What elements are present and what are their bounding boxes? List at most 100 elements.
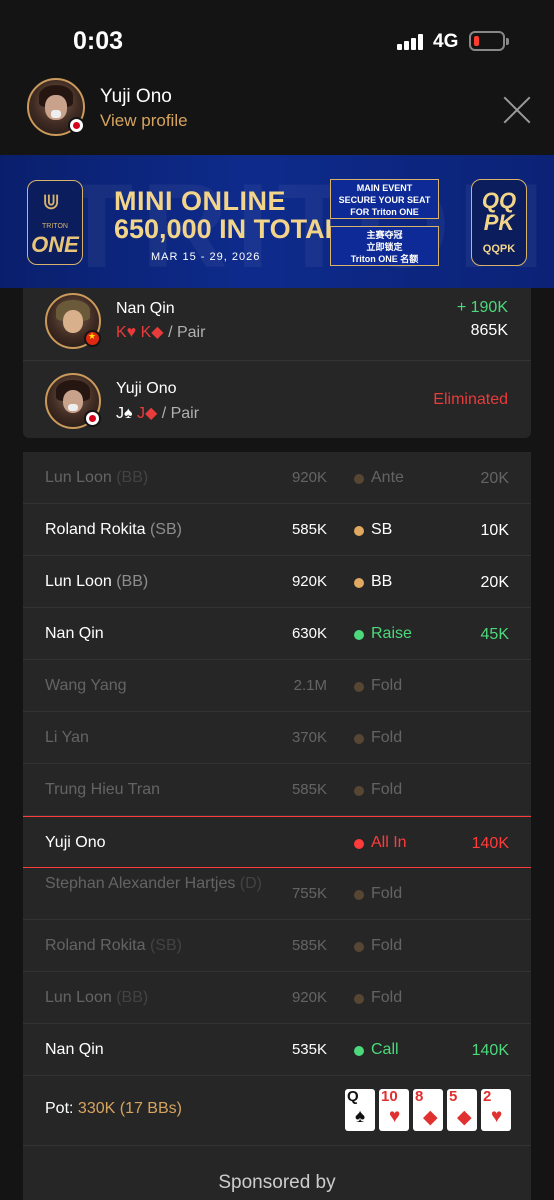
close-icon[interactable]: [503, 96, 531, 124]
hand-actions-table: Lun Loon (BB) 920K Ante 20K Roland Rokita (S…: [23, 452, 531, 1200]
result-name: Nan Qin: [116, 300, 175, 317]
avatar[interactable]: ★: [45, 293, 101, 349]
signal-icon: [397, 34, 425, 50]
action-stack: 755K: [291, 885, 327, 902]
board-card: 10 ♥: [379, 1088, 409, 1131]
action-amount: 20K: [480, 470, 509, 487]
board-card: 8 ◆: [413, 1088, 443, 1131]
action-stack: 535K: [291, 1041, 327, 1058]
action-player-name: Roland Rokita (SB): [45, 937, 182, 954]
action-row: Nan Qin 535K Call 140K: [23, 1024, 531, 1076]
action-amount: 45K: [480, 626, 509, 643]
action-row: Lun Loon (BB) 920K Ante 20K: [23, 452, 531, 504]
status-bar: 0:03 4G: [0, 0, 554, 78]
result-stack: 865K: [470, 322, 508, 339]
action-stack: 630K: [291, 625, 327, 642]
action-dot-icon: [354, 890, 364, 900]
action-dot-icon: [354, 839, 364, 849]
network-type: 4G: [433, 31, 459, 52]
action-dot-icon: [354, 994, 364, 1004]
action-row: Yuji Ono All In 140K: [23, 816, 531, 868]
action-type: BB: [371, 573, 393, 590]
action-player-name: Yuji Ono: [45, 834, 106, 851]
action-dot-icon: [354, 786, 364, 796]
action-stack: 585K: [291, 781, 327, 798]
action-player-name: Li Yan: [45, 729, 89, 746]
avatar[interactable]: [45, 373, 101, 429]
result-hand: K♥ K◆ / Pair: [116, 324, 206, 341]
action-stack: 920K: [291, 469, 327, 486]
action-row: Lun Loon (BB) 920K Fold: [23, 972, 531, 1024]
action-player-name: Stephan Alexander Hartjes (D): [45, 875, 263, 892]
action-amount: 140K: [471, 1042, 509, 1059]
action-player-name: Trung Hieu Tran: [45, 781, 161, 798]
action-type: Fold: [371, 885, 403, 902]
action-type: Fold: [371, 937, 403, 954]
action-dot-icon: [354, 578, 364, 588]
banner-box-zh: 主赛夺冠 立即锁定 Triton ONE 名额: [330, 226, 439, 266]
action-row: Roland Rokita (SB) 585K Fold: [23, 920, 531, 972]
triton-one-logo: ⋓ TRITON ONE: [27, 180, 83, 265]
action-type: Fold: [371, 677, 403, 694]
action-type: SB: [371, 521, 393, 538]
promo-banner[interactable]: TRITON ⋓ TRITON ONE MINI ONLINE 650,000 …: [0, 155, 554, 288]
action-dot-icon: [354, 1046, 364, 1056]
action-dot-icon: [354, 942, 364, 952]
action-stack: 585K: [291, 937, 327, 954]
action-type: Ante: [371, 469, 404, 486]
action-amount: 20K: [480, 574, 509, 591]
action-row: Stephan Alexander Hartjes (D) 755K Fold: [23, 868, 531, 920]
action-row: Nan Qin 630K Raise 45K: [23, 608, 531, 660]
pot-summary: Pot: 330K (17 BBs): [45, 1100, 182, 1117]
pot-row: Pot: 330K (17 BBs) Q ♠ 10 ♥ 8 ◆ 5 ◆ 2 ♥: [23, 1076, 531, 1146]
sponsored-label: Sponsored by: [218, 1172, 336, 1193]
action-player-name: Wang Yang: [45, 677, 127, 694]
action-player-name: Lun Loon (BB): [45, 469, 149, 486]
action-row: Lun Loon (BB) 920K BB 20K: [23, 556, 531, 608]
action-player-name: Roland Rokita (SB): [45, 521, 182, 538]
action-dot-icon: [354, 682, 364, 692]
banner-box-en: MAIN EVENT SECURE YOUR SEAT FOR Triton ONE: [330, 179, 439, 219]
action-stack: 2.1M: [293, 677, 327, 694]
japan-flag-icon: [84, 410, 101, 427]
action-amount: 10K: [480, 522, 509, 539]
action-stack: 920K: [291, 989, 327, 1006]
action-stack: 370K: [291, 729, 327, 746]
action-row: Wang Yang 2.1M Fold: [23, 660, 531, 712]
action-type: Fold: [371, 781, 403, 798]
avatar[interactable]: [27, 78, 85, 136]
action-stack: 585K: [291, 521, 327, 538]
clock: 0:03: [73, 27, 124, 55]
action-player-name: Nan Qin: [45, 625, 104, 642]
action-player-name: Lun Loon (BB): [45, 573, 149, 590]
view-profile-link[interactable]: View profile: [100, 111, 188, 131]
action-row: Li Yan 370K Fold: [23, 712, 531, 764]
action-dot-icon: [354, 526, 364, 536]
battery-icon: [469, 31, 509, 51]
action-dot-icon: [354, 474, 364, 484]
board-card: 5 ◆: [447, 1088, 477, 1131]
banner-subtitle: 650,000 IN TOTAL: [114, 214, 342, 244]
action-dot-icon: [354, 630, 364, 640]
action-type: All In: [371, 834, 407, 851]
action-type: Call: [371, 1041, 399, 1058]
action-dot-icon: [354, 734, 364, 744]
result-name: Yuji Ono: [116, 380, 177, 397]
banner-title: MINI ONLINE: [114, 186, 286, 216]
banner-dates: MAR 15 - 29, 2026: [151, 251, 261, 263]
player-name: Yuji Ono: [100, 86, 172, 107]
result-row: ★ Nan Qin K♥ K◆ / Pair + 190K 865K: [23, 288, 531, 360]
china-flag-icon: ★: [84, 330, 101, 347]
qqpk-logo: QQ PK QQPK: [471, 179, 527, 266]
action-type: Fold: [371, 989, 403, 1006]
board-card: 2 ♥: [481, 1088, 511, 1131]
action-player-name: Lun Loon (BB): [45, 989, 149, 1006]
action-row: Trung Hieu Tran 585K Fold: [23, 764, 531, 816]
board-card: Q ♠: [345, 1088, 375, 1131]
results-panel: ★ Nan Qin K♥ K◆ / Pair + 190K 865K Yuji …: [23, 288, 531, 438]
japan-flag-icon: [68, 117, 85, 134]
eliminated-label: Eliminated: [433, 391, 508, 408]
action-type: Fold: [371, 729, 403, 746]
action-row: Roland Rokita (SB) 585K SB 10K: [23, 504, 531, 556]
action-player-name: Nan Qin: [45, 1041, 104, 1058]
